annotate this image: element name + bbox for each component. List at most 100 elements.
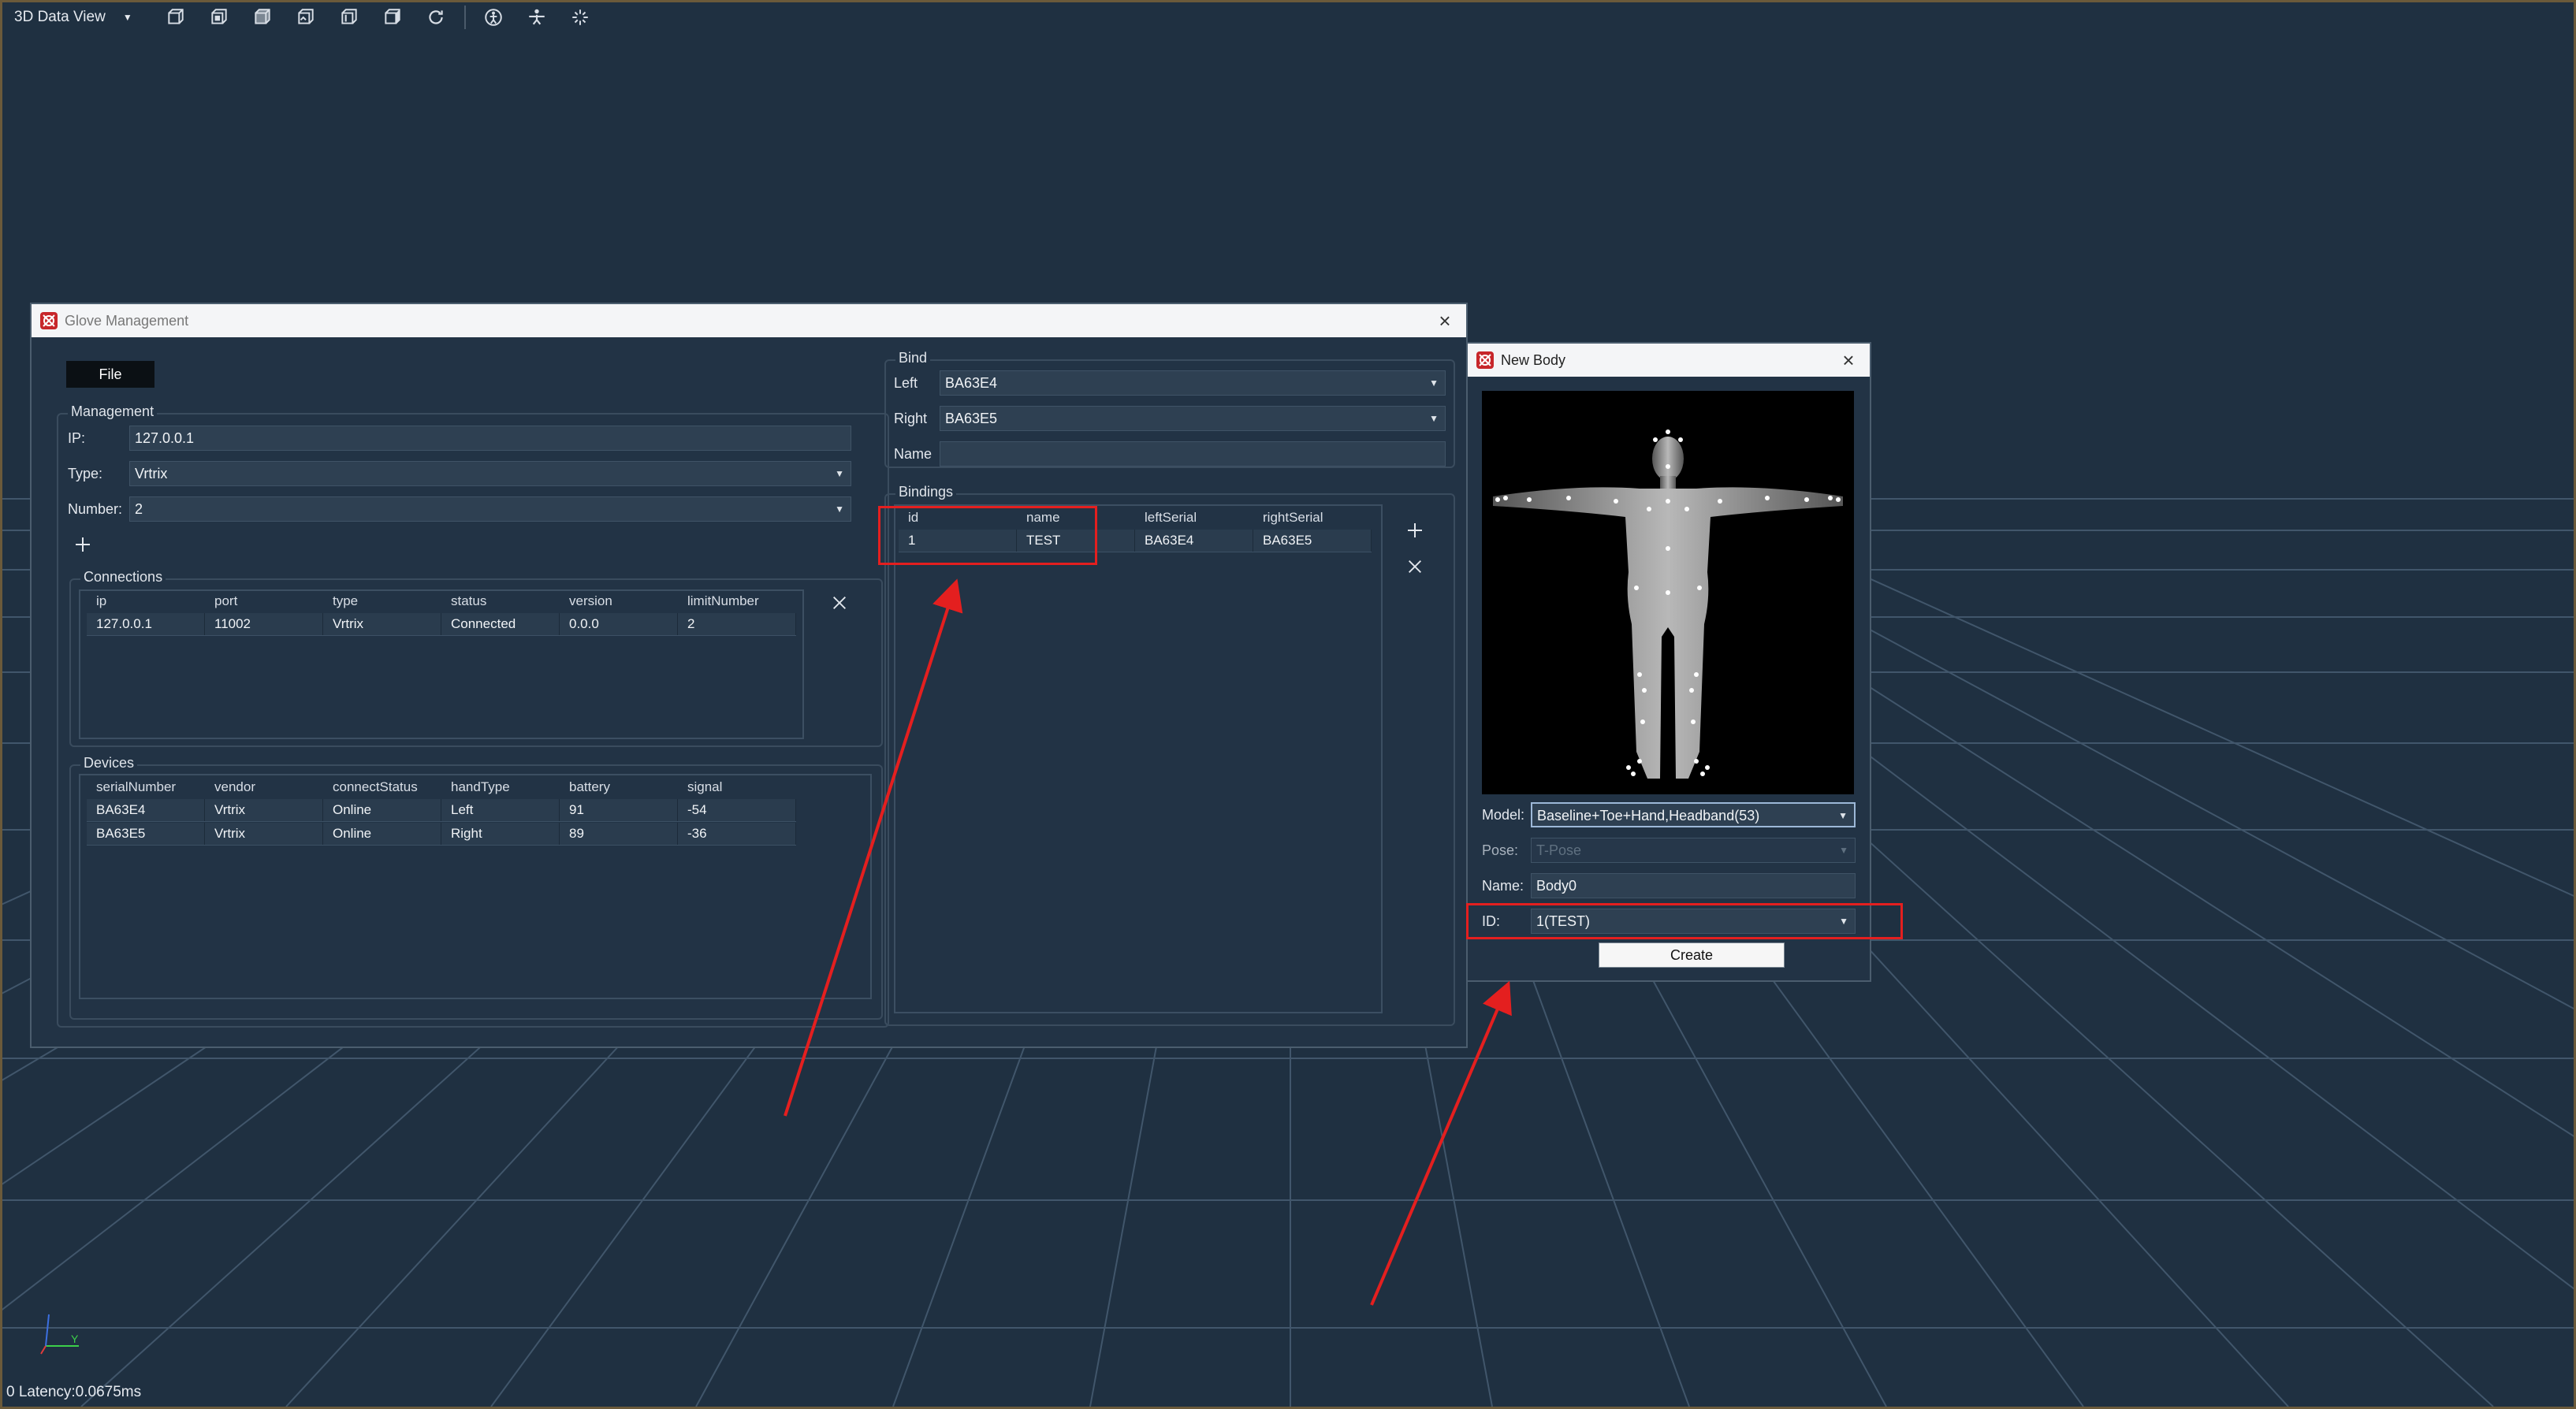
devices-group-title: Devices bbox=[80, 755, 138, 771]
model-label: Model: bbox=[1482, 807, 1525, 823]
body-marker bbox=[1637, 672, 1642, 677]
cell-serial: BA63E5 bbox=[87, 823, 205, 845]
remove-binding-button[interactable] bbox=[1402, 553, 1428, 580]
chevron-down-icon: ▼ bbox=[122, 12, 132, 23]
refresh-icon[interactable] bbox=[420, 4, 452, 31]
cube-back-icon[interactable] bbox=[203, 4, 235, 31]
column-header[interactable]: port bbox=[205, 591, 323, 612]
close-icon bbox=[1409, 560, 1421, 573]
glove-management-titlebar: Glove Management × bbox=[32, 304, 1466, 337]
toolbar-separator bbox=[464, 6, 466, 29]
column-header[interactable]: ip bbox=[87, 591, 205, 612]
file-menu[interactable]: File bbox=[66, 361, 154, 388]
body-marker bbox=[1642, 688, 1647, 693]
app-logo-icon bbox=[40, 312, 58, 329]
right-glove-dropdown[interactable]: BA63E5 ▼ bbox=[940, 406, 1446, 431]
cube-top-icon[interactable] bbox=[247, 4, 278, 31]
body-marker bbox=[1666, 499, 1670, 504]
column-header[interactable]: handType bbox=[441, 777, 560, 797]
cell-serial: BA63E4 bbox=[87, 799, 205, 821]
column-header[interactable]: type bbox=[323, 591, 441, 612]
body-marker bbox=[1684, 507, 1689, 511]
cube-left-icon[interactable] bbox=[333, 4, 365, 31]
cell-port: 11002 bbox=[205, 613, 323, 635]
pose-label: Pose: bbox=[1482, 842, 1519, 858]
z-axis bbox=[45, 1314, 50, 1347]
body-marker bbox=[1666, 464, 1670, 469]
cell-status: Connected bbox=[441, 613, 560, 635]
binding-name-input[interactable] bbox=[940, 441, 1446, 467]
table-row[interactable]: BA63E5 Vrtrix Online Right 89 -36 bbox=[87, 823, 796, 846]
cell-connect-status: Online bbox=[323, 799, 441, 821]
chevron-down-icon: ▼ bbox=[1429, 377, 1439, 388]
remove-connection-button[interactable] bbox=[826, 589, 853, 616]
column-header[interactable]: battery bbox=[560, 777, 678, 797]
ip-label: IP: bbox=[68, 430, 86, 446]
chevron-down-icon: ▼ bbox=[1429, 413, 1439, 424]
body-marker bbox=[1566, 496, 1571, 500]
cube-right-icon[interactable] bbox=[377, 4, 408, 31]
type-label: Type: bbox=[68, 466, 103, 481]
body-icon[interactable] bbox=[521, 4, 553, 31]
id-field-highlight bbox=[1466, 903, 1903, 939]
column-header[interactable]: signal bbox=[678, 777, 796, 797]
add-binding-button[interactable] bbox=[1402, 517, 1428, 544]
cell-vendor: Vrtrix bbox=[205, 823, 323, 845]
cell-right-serial: BA63E5 bbox=[1253, 530, 1372, 552]
cell-hand-type: Left bbox=[441, 799, 560, 821]
body-marker bbox=[1666, 590, 1670, 595]
cube-front-icon[interactable] bbox=[160, 4, 192, 31]
pose-dropdown[interactable]: T-Pose ▼ bbox=[1531, 838, 1856, 863]
plus-icon bbox=[1408, 523, 1422, 537]
create-button[interactable]: Create bbox=[1599, 942, 1785, 968]
column-header[interactable]: version bbox=[560, 591, 678, 612]
column-header[interactable]: serialNumber bbox=[87, 777, 205, 797]
close-icon[interactable]: × bbox=[1433, 309, 1457, 333]
column-header[interactable]: leftSerial bbox=[1135, 507, 1253, 528]
table-row[interactable]: 127.0.0.1 11002 Vrtrix Connected 0.0.0 2 bbox=[87, 613, 796, 636]
view-mode-dropdown[interactable]: 3D Data View ▼ bbox=[3, 9, 148, 26]
new-body-window: New Body × Model: Baseline+Toe+Hand,Head… bbox=[1466, 342, 1871, 982]
cell-battery: 91 bbox=[560, 799, 678, 821]
column-header[interactable]: rightSerial bbox=[1253, 507, 1372, 528]
body-marker bbox=[1700, 771, 1705, 776]
toolbar: 3D Data View ▼ bbox=[3, 3, 602, 32]
view-mode-label: 3D Data View bbox=[14, 9, 106, 25]
cube-bottom-icon[interactable] bbox=[290, 4, 322, 31]
cell-connect-status: Online bbox=[323, 823, 441, 845]
close-icon[interactable]: × bbox=[1837, 348, 1860, 372]
cell-signal: -54 bbox=[678, 799, 796, 821]
model-value: Baseline+Toe+Hand,Headband(53) bbox=[1537, 808, 1760, 823]
right-label: Right bbox=[894, 411, 928, 426]
number-dropdown[interactable]: 2 ▼ bbox=[129, 496, 851, 522]
type-dropdown[interactable]: Vrtrix ▼ bbox=[129, 461, 851, 486]
cell-limit-number: 2 bbox=[678, 613, 796, 635]
window-title: Glove Management bbox=[65, 312, 189, 329]
body-marker bbox=[1804, 497, 1809, 502]
left-glove-value: BA63E4 bbox=[945, 375, 998, 391]
devices-header: serialNumber vendor connectStatus handTy… bbox=[87, 777, 796, 797]
body-model-preview bbox=[1482, 391, 1854, 794]
sparkle-icon[interactable] bbox=[564, 4, 596, 31]
latency-status: 0 Latency:0.0675ms bbox=[6, 1384, 142, 1400]
body-marker bbox=[1653, 437, 1658, 442]
management-group-title: Management bbox=[68, 403, 158, 420]
body-name-input[interactable]: Body0 bbox=[1531, 873, 1856, 898]
body-marker bbox=[1691, 719, 1696, 724]
column-header[interactable]: limitNumber bbox=[678, 591, 796, 612]
column-header[interactable]: status bbox=[441, 591, 560, 612]
skeleton-icon[interactable] bbox=[478, 4, 509, 31]
model-dropdown[interactable]: Baseline+Toe+Hand,Headband(53) ▼ bbox=[1531, 802, 1856, 827]
connections-group-title: Connections bbox=[80, 569, 166, 586]
add-connection-button[interactable] bbox=[69, 531, 96, 558]
body-marker bbox=[1705, 765, 1710, 770]
column-header[interactable]: connectStatus bbox=[323, 777, 441, 797]
column-header[interactable]: vendor bbox=[205, 777, 323, 797]
left-glove-dropdown[interactable]: BA63E4 ▼ bbox=[940, 370, 1446, 396]
chevron-down-icon: ▼ bbox=[1839, 845, 1848, 856]
window-title: New Body bbox=[1501, 351, 1566, 368]
ip-input[interactable]: 127.0.0.1 bbox=[129, 426, 851, 451]
table-row[interactable]: BA63E4 Vrtrix Online Left 91 -54 bbox=[87, 799, 796, 822]
bindings-row-highlight bbox=[878, 506, 1097, 565]
cell-vendor: Vrtrix bbox=[205, 799, 323, 821]
